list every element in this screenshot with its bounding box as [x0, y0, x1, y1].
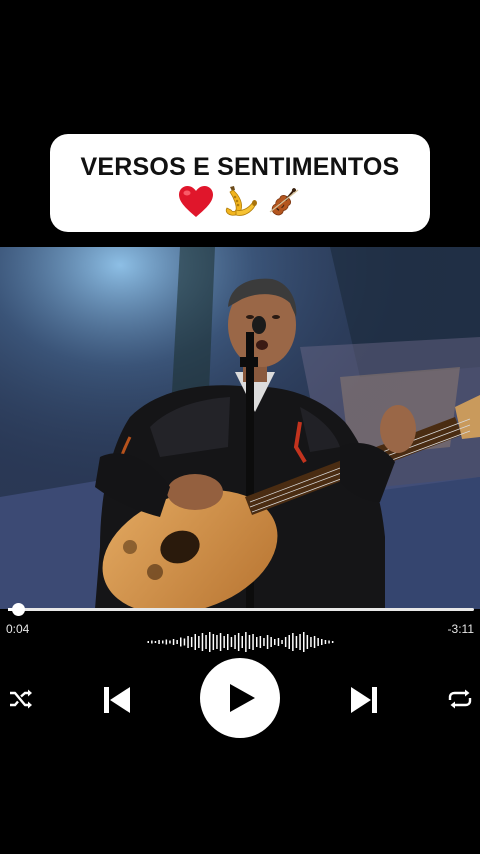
shuffle-button[interactable]	[6, 684, 36, 714]
waveform-bar	[198, 636, 200, 648]
waveform-bar	[284, 637, 287, 647]
waveform-bar	[321, 639, 323, 645]
waveform-bar	[151, 640, 153, 644]
waveform-bar	[180, 637, 182, 647]
repeat-icon	[448, 689, 472, 709]
playback-controls	[0, 656, 480, 740]
performer-image	[0, 247, 480, 609]
waveform-bar	[317, 638, 319, 646]
waveform-bar	[223, 636, 225, 648]
waveform-bar	[288, 635, 290, 649]
waveform-bar	[270, 637, 272, 647]
next-icon	[351, 687, 377, 713]
waveform-bar	[216, 635, 218, 649]
waveform-bar	[201, 633, 204, 651]
waveform-bar	[147, 641, 149, 643]
audio-waveform	[147, 632, 334, 652]
repeat-button[interactable]	[444, 684, 476, 714]
waveform-bar	[248, 635, 251, 649]
waveform-bar	[310, 637, 312, 647]
waveform-bar	[266, 635, 269, 649]
waveform-bar	[230, 637, 233, 647]
waveform-bar	[313, 636, 316, 648]
waveform-bar	[234, 635, 236, 649]
waveform-bar	[281, 640, 283, 644]
waveform-bar	[165, 639, 168, 645]
waveform-bar	[295, 636, 298, 648]
waveform-bar	[241, 636, 243, 648]
red-heart-icon	[179, 186, 213, 217]
waveform-bar	[183, 638, 186, 646]
waveform-bar	[263, 638, 265, 646]
waveform-bar	[274, 639, 276, 645]
waveform-bar	[277, 638, 280, 646]
waveform-bar	[212, 634, 215, 650]
waveform-bar	[158, 640, 160, 644]
play-icon	[230, 684, 255, 712]
play-button[interactable]	[200, 658, 280, 738]
shuffle-icon	[10, 689, 32, 709]
waveform-bar	[176, 640, 178, 644]
waveform-bar	[303, 632, 305, 652]
waveform-bar	[256, 637, 258, 647]
previous-button[interactable]	[97, 682, 137, 718]
remaining-time: -3:11	[447, 622, 474, 636]
waveform-bar	[245, 632, 247, 652]
previous-icon	[104, 687, 130, 713]
waveform-bar	[331, 641, 334, 643]
waveform-bar	[259, 636, 262, 648]
waveform-bar	[194, 634, 196, 650]
waveform-bar	[324, 640, 327, 644]
waveform-bar	[292, 633, 294, 651]
next-button[interactable]	[344, 682, 384, 718]
waveform-bar	[172, 639, 175, 645]
waveform-bar	[162, 640, 164, 644]
waveform-bar	[252, 634, 254, 650]
video-title: VERSOS E SENTIMENTOS	[80, 153, 400, 181]
progress-thumb[interactable]	[11, 603, 25, 616]
waveform-bar	[169, 640, 171, 644]
waveform-bar	[227, 634, 229, 650]
waveform-bar	[187, 636, 189, 648]
saxophone-icon	[225, 186, 257, 216]
waveform-bar	[299, 634, 301, 650]
video-frame[interactable]	[0, 247, 480, 609]
waveform-bar	[306, 635, 309, 649]
elapsed-time: 0:04	[6, 622, 30, 636]
waveform-bar	[205, 635, 207, 649]
progress-bar[interactable]	[8, 603, 474, 616]
waveform-bar	[154, 641, 157, 643]
waveform-bar	[209, 632, 211, 652]
title-card: VERSOS E SENTIMENTOS	[50, 134, 430, 232]
waveform-bar	[328, 640, 330, 644]
violin-icon	[269, 188, 299, 216]
emoji-row	[178, 184, 302, 220]
waveform-bar	[190, 637, 193, 647]
waveform-bar	[237, 633, 240, 651]
waveform-bar	[219, 633, 222, 651]
